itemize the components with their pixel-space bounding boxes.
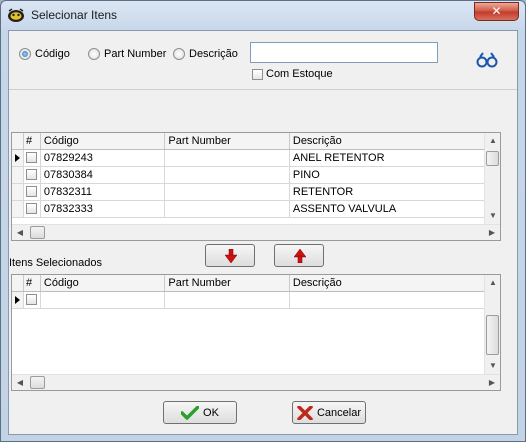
app-icon	[8, 8, 24, 22]
cell-code: 07832311	[41, 184, 166, 200]
stock-checkbox-label: Com Estoque	[266, 68, 333, 80]
items-grid[interactable]: # Código Part Number Descrição 07829243 …	[11, 132, 501, 241]
radio-codigo[interactable]: Código	[19, 47, 70, 61]
search-panel: Código Part Number Descrição Com Estoque	[9, 31, 517, 89]
scroll-left-icon[interactable]: ◀	[12, 225, 28, 240]
table-row[interactable]	[12, 292, 500, 309]
col-part-number[interactable]: Part Number	[165, 133, 290, 149]
cell-description: PINO	[290, 167, 500, 183]
cell-part-number	[165, 167, 290, 183]
cell-code: 07832333	[41, 201, 166, 217]
spacer-panel	[9, 89, 517, 132]
dialog-window: Selecionar Itens ✕ Código Part Number De…	[0, 0, 526, 442]
scroll-thumb[interactable]	[486, 315, 499, 355]
items-vertical-scrollbar[interactable]: ▲ ▼	[484, 133, 500, 224]
col-codigo[interactable]: Código	[41, 133, 166, 149]
selected-items-label: Itens Selecionados	[9, 257, 102, 269]
table-row[interactable]: 07830384 PINO	[12, 167, 500, 184]
cell-code: 07830384	[41, 167, 166, 183]
title-bar[interactable]: Selecionar Itens ✕	[1, 1, 525, 29]
scroll-right-icon[interactable]: ▶	[484, 225, 500, 240]
scroll-thumb[interactable]	[30, 376, 45, 389]
col-codigo[interactable]: Código	[41, 275, 166, 291]
arrow-up-icon	[294, 249, 306, 263]
col-descricao[interactable]: Descrição	[290, 133, 500, 149]
col-descricao[interactable]: Descrição	[290, 275, 500, 291]
scroll-right-icon[interactable]: ▶	[484, 375, 500, 390]
cell-part-number	[165, 150, 290, 166]
close-button[interactable]: ✕	[474, 2, 519, 21]
col-hash[interactable]: #	[24, 275, 41, 291]
row-checkbox[interactable]	[25, 186, 37, 197]
selected-items-grid[interactable]: # Código Part Number Descrição ▲ ▼ ◀ ▶	[11, 274, 501, 391]
radio-descricao[interactable]: Descrição	[173, 47, 238, 61]
radio-codigo-label: Código	[35, 48, 70, 60]
row-checkbox[interactable]	[25, 294, 37, 305]
cancel-button[interactable]: Cancelar	[292, 401, 366, 424]
checkmark-icon	[181, 405, 200, 420]
row-checkbox[interactable]	[25, 203, 37, 214]
selected-grid-header: # Código Part Number Descrição	[12, 275, 500, 292]
close-icon: ✕	[491, 4, 502, 18]
current-row-indicator	[12, 150, 24, 166]
row-checkbox[interactable]	[25, 169, 37, 180]
stock-checkbox[interactable]: Com Estoque	[252, 68, 333, 80]
scroll-up-icon[interactable]: ▲	[485, 133, 500, 149]
cell-description: ANEL RETENTOR	[290, 150, 500, 166]
cell-description: ASSENTO VALVULA	[290, 201, 500, 217]
table-row[interactable]: 07829243 ANEL RETENTOR	[12, 150, 500, 167]
binoculars-icon[interactable]	[476, 52, 498, 68]
items-horizontal-scrollbar[interactable]: ◀ ▶	[12, 224, 500, 240]
col-part-number[interactable]: Part Number	[165, 275, 290, 291]
items-grid-header: # Código Part Number Descrição	[12, 133, 500, 150]
arrow-down-icon	[225, 249, 237, 263]
scroll-up-icon[interactable]: ▲	[485, 275, 500, 291]
radio-part-number[interactable]: Part Number	[88, 47, 166, 61]
current-row-indicator	[12, 292, 24, 308]
move-up-button[interactable]	[274, 244, 324, 267]
scroll-down-icon[interactable]: ▼	[485, 358, 500, 374]
table-row[interactable]: 07832311 RETENTOR	[12, 184, 500, 201]
scroll-thumb[interactable]	[30, 226, 45, 239]
radio-descricao-label: Descrição	[189, 48, 238, 60]
cell-code: 07829243	[41, 150, 166, 166]
cell-part-number	[165, 201, 290, 217]
selected-vertical-scrollbar[interactable]: ▲ ▼	[484, 275, 500, 374]
move-down-button[interactable]	[205, 244, 255, 267]
row-checkbox[interactable]	[25, 152, 37, 163]
cancel-x-icon	[297, 405, 313, 420]
cancel-button-label: Cancelar	[316, 406, 362, 419]
cell-description: RETENTOR	[290, 184, 500, 200]
window-title: Selecionar Itens	[31, 8, 118, 22]
dialog-body: Código Part Number Descrição Com Estoque	[8, 30, 518, 435]
ok-button[interactable]: OK	[163, 401, 237, 424]
col-hash[interactable]: #	[24, 133, 41, 149]
radio-part-number-label: Part Number	[104, 48, 167, 60]
search-input[interactable]	[250, 42, 438, 63]
scroll-left-icon[interactable]: ◀	[12, 375, 28, 390]
table-row[interactable]: 07832333 ASSENTO VALVULA	[12, 201, 500, 218]
selected-horizontal-scrollbar[interactable]: ◀ ▶	[12, 374, 500, 390]
scroll-down-icon[interactable]: ▼	[485, 208, 500, 224]
scroll-thumb[interactable]	[486, 151, 499, 166]
cell-part-number	[165, 184, 290, 200]
ok-button-label: OK	[203, 406, 219, 419]
